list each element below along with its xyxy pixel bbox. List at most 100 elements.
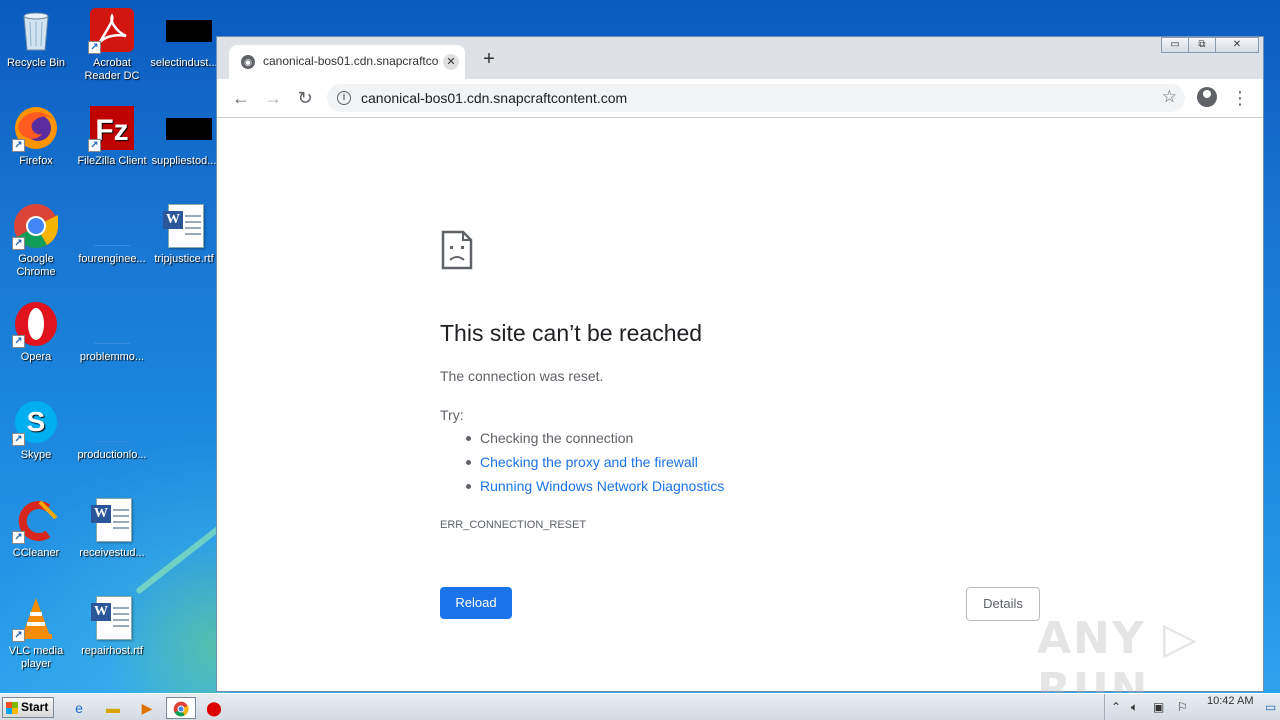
globe-icon: ◉ xyxy=(241,55,255,69)
address-url[interactable]: canonical-bos01.cdn.snapcraftcontent.com xyxy=(361,90,627,106)
desktop-icon-label: VLC media player xyxy=(8,645,64,670)
start-label: Start xyxy=(21,700,49,714)
start-button[interactable]: Start xyxy=(2,697,54,718)
network-icon[interactable]: ▣ xyxy=(1153,700,1164,714)
browser-toolbar: ← → ↻ i canonical-bos01.cdn.snapcraftcon… xyxy=(217,79,1263,117)
desktop-icon-label: suppliestod... xyxy=(151,155,217,167)
clock[interactable]: 10:42 AM xyxy=(1207,695,1253,707)
desktop-icon-problemmo[interactable]: problemmo... xyxy=(74,300,150,364)
sad-page-icon xyxy=(441,230,473,270)
back-arrow-icon[interactable]: ← xyxy=(230,87,252,109)
filezilla-icon: Fz ↗ xyxy=(88,104,136,152)
media-player-icon[interactable]: ▶ xyxy=(136,697,158,719)
desktop-icon-label: Acrobat Reader DC xyxy=(84,57,140,82)
show-desktop-icon[interactable]: ▭ xyxy=(1265,700,1276,714)
word-document-icon: W xyxy=(160,202,208,250)
volume-icon[interactable]: 🔈︎ xyxy=(1131,700,1138,715)
reload-icon[interactable]: ↻ xyxy=(294,87,316,109)
folder-icon[interactable]: ▬ xyxy=(102,697,124,719)
action-center-flag-icon[interactable]: ⚐ xyxy=(1177,700,1188,714)
desktop-icon-productionlo[interactable]: productionlo... xyxy=(74,398,150,462)
taskbar: Start e ▬ ▶ ⬤ ⌃ 🔈︎ ▣ ⚐ 10:42 AM ▭ xyxy=(0,693,1280,720)
opera-icon: ↗ xyxy=(12,300,60,348)
error-code: ERR_CONNECTION_RESET xyxy=(440,519,587,531)
vlc-icon: ↗ xyxy=(12,594,60,642)
new-tab-button[interactable]: + xyxy=(479,49,499,69)
try-label: Try: xyxy=(440,407,464,423)
desktop-icon-label: receivestud... xyxy=(79,547,145,559)
desktop-icon-filezilla[interactable]: Fz ↗ FileZilla Client xyxy=(74,104,150,168)
desktop-icon-skype[interactable]: S ↗ Skype xyxy=(0,398,74,462)
desktop-icon-suppliestod[interactable]: suppliestod... xyxy=(146,104,222,168)
desktop-icon-firefox[interactable]: ↗ Firefox xyxy=(0,104,74,168)
blank-file-icon xyxy=(88,202,136,250)
recycle-bin-icon xyxy=(12,6,60,54)
browser-tab[interactable]: ◉ canonical-bos01.cdn.snapcraftcontent.c… xyxy=(229,45,465,79)
info-icon[interactable]: i xyxy=(337,91,351,105)
reload-button[interactable]: Reload xyxy=(440,587,512,619)
tab-close-icon[interactable]: ✕ xyxy=(443,54,459,70)
word-document-icon: W xyxy=(88,496,136,544)
svg-text:S: S xyxy=(27,406,46,437)
desktop-icon-receivestud[interactable]: W receivestud... xyxy=(74,496,150,560)
desktop-icon-acrobat-reader[interactable]: ↗ Acrobat Reader DC xyxy=(74,6,150,83)
shortcut-arrow-icon: ↗ xyxy=(12,629,25,642)
desktop-icon-vlc[interactable]: ↗ VLC media player xyxy=(0,594,74,671)
system-tray: ⌃ 🔈︎ ▣ ⚐ 10:42 AM ▭ xyxy=(1104,694,1280,720)
desktop-icon-opera[interactable]: ↗ Opera xyxy=(0,300,74,364)
page-content: This site can’t be reached The connectio… xyxy=(217,117,1263,715)
desktop-icon-selectindust[interactable]: selectindust... xyxy=(146,6,222,70)
firefox-icon: ↗ xyxy=(12,104,60,152)
desktop-icon-label: fourenginee... xyxy=(78,253,146,265)
blank-file-icon xyxy=(88,300,136,348)
suggestion-link-proxy[interactable]: Checking the proxy and the firewall xyxy=(465,454,724,478)
shortcut-arrow-icon: ↗ xyxy=(12,139,25,152)
kebab-menu-icon[interactable]: ⋮ xyxy=(1229,87,1251,109)
shortcut-arrow-icon: ↗ xyxy=(88,41,101,54)
desktop-icon-label: Recycle Bin xyxy=(6,57,66,69)
tab-title: canonical-bos01.cdn.snapcraftcontent.com xyxy=(263,54,439,68)
windows-logo-icon xyxy=(6,702,18,714)
desktop-icon-repairhost[interactable]: W repairhost.rtf xyxy=(74,594,150,658)
desktop-icon-label: Skype xyxy=(20,449,52,461)
desktop-icon-fourenginee[interactable]: fourenginee... xyxy=(74,202,150,266)
shortcut-arrow-icon: ↗ xyxy=(12,531,25,544)
forward-arrow-icon[interactable]: → xyxy=(262,87,284,109)
desktop-icon-label: Opera xyxy=(20,351,52,363)
error-title: This site can’t be reached xyxy=(440,320,703,346)
suggestion-link-diagnostics[interactable]: Running Windows Network Diagnostics xyxy=(465,478,724,502)
tab-strip: ◉ canonical-bos01.cdn.snapcraftcontent.c… xyxy=(217,37,1263,79)
desktop-icon-label: problemmo... xyxy=(79,351,145,363)
window-controls: ▭ ⧉ ✕ xyxy=(1161,37,1259,55)
desktop-icon-label: tripjustice.rtf xyxy=(154,253,214,265)
shortcut-arrow-icon: ↗ xyxy=(88,139,101,152)
restore-button[interactable]: ⧉ xyxy=(1188,37,1216,53)
address-bar[interactable]: i canonical-bos01.cdn.snapcraftcontent.c… xyxy=(327,84,1185,112)
desktop-icon-label: FileZilla Client xyxy=(77,155,147,167)
chrome-icon: ↗ xyxy=(12,202,60,250)
shortcut-arrow-icon: ↗ xyxy=(12,433,25,446)
desktop-icon-recycle-bin[interactable]: Recycle Bin xyxy=(0,6,74,70)
chrome-window: ◉ canonical-bos01.cdn.snapcraftcontent.c… xyxy=(216,36,1264,715)
desktop-icon-google-chrome[interactable]: ↗ Google Chrome xyxy=(0,202,74,279)
close-window-button[interactable]: ✕ xyxy=(1215,37,1259,53)
desktop-icon-label: productionlo... xyxy=(77,449,147,461)
suggestion-list: Checking the connection Checking the pro… xyxy=(465,430,724,502)
profile-avatar-icon[interactable] xyxy=(1197,87,1217,107)
skype-icon: S ↗ xyxy=(12,398,60,446)
internet-explorer-icon[interactable]: e xyxy=(68,697,90,719)
opera-taskbar-icon[interactable]: ⬤ xyxy=(203,697,225,719)
minimize-button[interactable]: ▭ xyxy=(1161,37,1189,53)
bookmark-star-icon[interactable]: ☆ xyxy=(1162,87,1177,107)
acrobat-icon: ↗ xyxy=(88,6,136,54)
desktop-icon-label: Firefox xyxy=(19,155,53,167)
taskbar-chrome-icon[interactable] xyxy=(166,697,196,719)
tray-expand-icon[interactable]: ⌃ xyxy=(1111,700,1121,714)
desktop-icon-label: Google Chrome xyxy=(16,253,56,278)
error-subtitle: The connection was reset. xyxy=(440,368,604,384)
desktop-icon-ccleaner[interactable]: ↗ CCleaner xyxy=(0,496,74,560)
details-button[interactable]: Details xyxy=(966,587,1040,621)
blank-file-icon xyxy=(88,398,136,446)
word-document-icon: W xyxy=(88,594,136,642)
desktop-icon-tripjustice[interactable]: W tripjustice.rtf xyxy=(146,202,222,266)
